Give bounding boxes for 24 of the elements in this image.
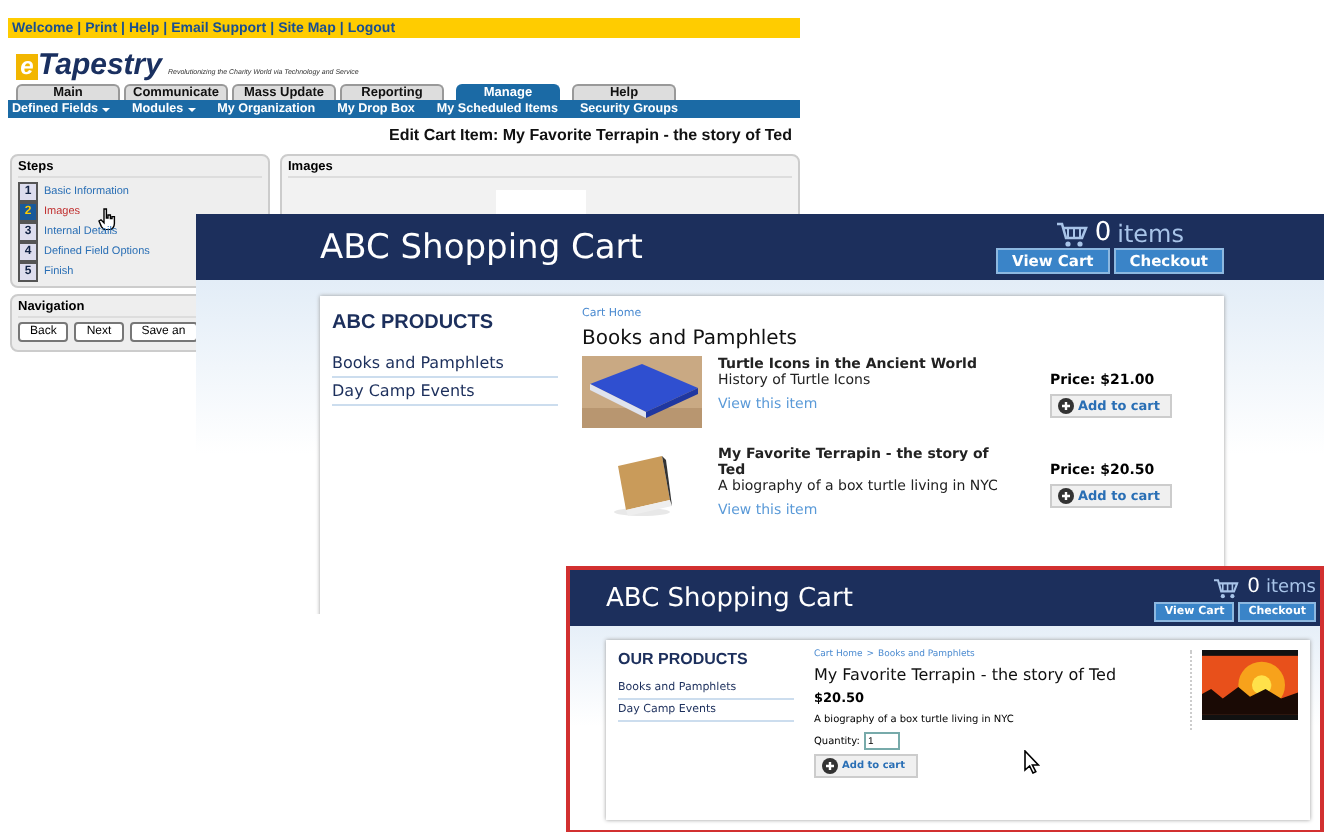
page-title: Edit Cart Item: My Favorite Terrapin - the story of Ted <box>386 126 794 144</box>
cart-icon <box>1212 577 1238 599</box>
category-link[interactable]: Day Camp Events <box>332 378 558 406</box>
cart-label: items <box>1117 220 1184 248</box>
hand-cursor-icon <box>98 208 116 230</box>
logo-text: Tapestry <box>38 50 162 80</box>
sidebar-title: ABC PRODUCTS <box>332 312 496 334</box>
plus-icon <box>822 758 838 774</box>
plus-icon <box>1058 398 1074 414</box>
caret-icon <box>187 107 196 111</box>
cart-icon <box>1056 221 1089 247</box>
mouse-pointer-icon <box>1024 750 1040 774</box>
category-link[interactable]: Books and Pamphlets <box>332 350 558 378</box>
cart-label: items <box>1265 576 1316 602</box>
caret-icon <box>102 107 111 111</box>
site-title: ABC Shopping Cart <box>606 583 853 613</box>
page-heading: My Favorite Terrapin - the story of Ted <box>814 666 1117 684</box>
page-heading: Books and Pamphlets <box>582 328 799 350</box>
cart-count: 0 <box>1247 574 1260 602</box>
cart-count: 0 <box>1094 220 1112 248</box>
sidebar-title: OUR PRODUCTS <box>618 650 750 668</box>
plus-icon <box>1058 488 1074 504</box>
site-title: ABC Shopping Cart <box>320 227 643 267</box>
logo-mark: e <box>16 54 38 80</box>
